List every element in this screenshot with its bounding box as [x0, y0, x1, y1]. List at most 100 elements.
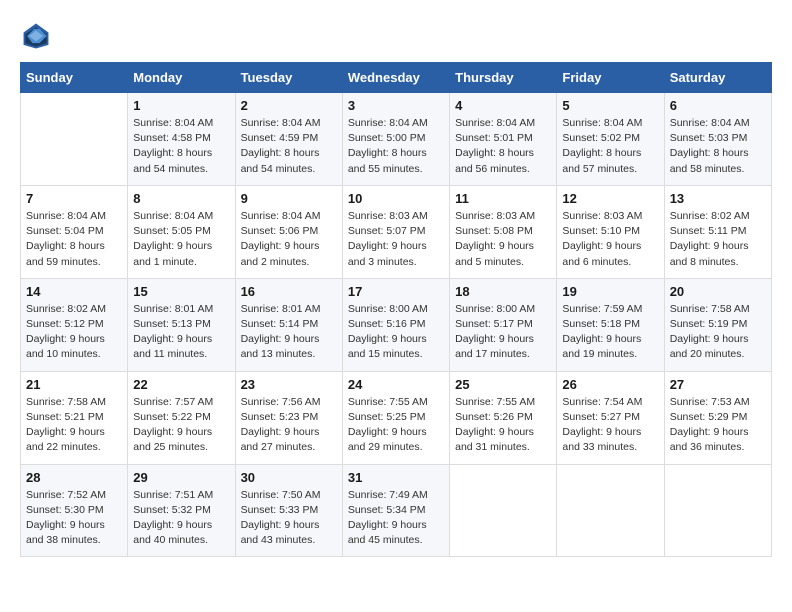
day-detail: Sunrise: 8:04 AMSunset: 4:58 PMDaylight:… — [133, 116, 229, 177]
day-number: 31 — [348, 470, 444, 485]
logo-icon — [20, 20, 52, 52]
day-cell: 28 Sunrise: 7:52 AMSunset: 5:30 PMDaylig… — [21, 464, 128, 557]
day-number: 17 — [348, 284, 444, 299]
day-detail: Sunrise: 8:04 AMSunset: 5:04 PMDaylight:… — [26, 209, 122, 270]
day-number: 1 — [133, 98, 229, 113]
header-friday: Friday — [557, 63, 664, 93]
day-number: 20 — [670, 284, 766, 299]
day-detail: Sunrise: 7:58 AMSunset: 5:19 PMDaylight:… — [670, 302, 766, 363]
week-row-1: 1 Sunrise: 8:04 AMSunset: 4:58 PMDayligh… — [21, 93, 772, 186]
day-detail: Sunrise: 8:04 AMSunset: 5:00 PMDaylight:… — [348, 116, 444, 177]
day-cell: 10 Sunrise: 8:03 AMSunset: 5:07 PMDaylig… — [342, 185, 449, 278]
day-number: 26 — [562, 377, 658, 392]
day-cell: 15 Sunrise: 8:01 AMSunset: 5:13 PMDaylig… — [128, 278, 235, 371]
day-detail: Sunrise: 8:03 AMSunset: 5:08 PMDaylight:… — [455, 209, 551, 270]
day-detail: Sunrise: 7:57 AMSunset: 5:22 PMDaylight:… — [133, 395, 229, 456]
day-detail: Sunrise: 7:50 AMSunset: 5:33 PMDaylight:… — [241, 488, 337, 549]
day-cell: 23 Sunrise: 7:56 AMSunset: 5:23 PMDaylig… — [235, 371, 342, 464]
day-number: 9 — [241, 191, 337, 206]
day-detail: Sunrise: 7:59 AMSunset: 5:18 PMDaylight:… — [562, 302, 658, 363]
day-cell: 2 Sunrise: 8:04 AMSunset: 4:59 PMDayligh… — [235, 93, 342, 186]
day-number: 5 — [562, 98, 658, 113]
day-detail: Sunrise: 8:04 AMSunset: 4:59 PMDaylight:… — [241, 116, 337, 177]
day-cell: 11 Sunrise: 8:03 AMSunset: 5:08 PMDaylig… — [450, 185, 557, 278]
day-detail: Sunrise: 7:54 AMSunset: 5:27 PMDaylight:… — [562, 395, 658, 456]
day-detail: Sunrise: 8:02 AMSunset: 5:12 PMDaylight:… — [26, 302, 122, 363]
day-number: 16 — [241, 284, 337, 299]
day-detail: Sunrise: 8:04 AMSunset: 5:05 PMDaylight:… — [133, 209, 229, 270]
day-number: 2 — [241, 98, 337, 113]
day-number: 13 — [670, 191, 766, 206]
day-number: 15 — [133, 284, 229, 299]
header-tuesday: Tuesday — [235, 63, 342, 93]
day-number: 6 — [670, 98, 766, 113]
day-cell: 26 Sunrise: 7:54 AMSunset: 5:27 PMDaylig… — [557, 371, 664, 464]
day-number: 19 — [562, 284, 658, 299]
day-cell: 25 Sunrise: 7:55 AMSunset: 5:26 PMDaylig… — [450, 371, 557, 464]
day-number: 22 — [133, 377, 229, 392]
day-cell: 16 Sunrise: 8:01 AMSunset: 5:14 PMDaylig… — [235, 278, 342, 371]
day-number: 29 — [133, 470, 229, 485]
day-number: 3 — [348, 98, 444, 113]
day-number: 4 — [455, 98, 551, 113]
day-number: 14 — [26, 284, 122, 299]
day-number: 27 — [670, 377, 766, 392]
day-detail: Sunrise: 8:02 AMSunset: 5:11 PMDaylight:… — [670, 209, 766, 270]
logo — [20, 20, 56, 52]
day-cell: 6 Sunrise: 8:04 AMSunset: 5:03 PMDayligh… — [664, 93, 771, 186]
day-number: 7 — [26, 191, 122, 206]
day-cell: 20 Sunrise: 7:58 AMSunset: 5:19 PMDaylig… — [664, 278, 771, 371]
day-detail: Sunrise: 8:01 AMSunset: 5:13 PMDaylight:… — [133, 302, 229, 363]
week-row-5: 28 Sunrise: 7:52 AMSunset: 5:30 PMDaylig… — [21, 464, 772, 557]
day-cell: 14 Sunrise: 8:02 AMSunset: 5:12 PMDaylig… — [21, 278, 128, 371]
day-detail: Sunrise: 8:04 AMSunset: 5:03 PMDaylight:… — [670, 116, 766, 177]
day-cell: 1 Sunrise: 8:04 AMSunset: 4:58 PMDayligh… — [128, 93, 235, 186]
day-number: 12 — [562, 191, 658, 206]
day-cell: 29 Sunrise: 7:51 AMSunset: 5:32 PMDaylig… — [128, 464, 235, 557]
day-cell: 30 Sunrise: 7:50 AMSunset: 5:33 PMDaylig… — [235, 464, 342, 557]
day-number: 21 — [26, 377, 122, 392]
day-number: 28 — [26, 470, 122, 485]
day-detail: Sunrise: 8:04 AMSunset: 5:06 PMDaylight:… — [241, 209, 337, 270]
week-row-2: 7 Sunrise: 8:04 AMSunset: 5:04 PMDayligh… — [21, 185, 772, 278]
header-sunday: Sunday — [21, 63, 128, 93]
day-cell: 4 Sunrise: 8:04 AMSunset: 5:01 PMDayligh… — [450, 93, 557, 186]
header-thursday: Thursday — [450, 63, 557, 93]
day-detail: Sunrise: 8:01 AMSunset: 5:14 PMDaylight:… — [241, 302, 337, 363]
day-detail: Sunrise: 7:58 AMSunset: 5:21 PMDaylight:… — [26, 395, 122, 456]
page-header — [20, 20, 772, 52]
header-wednesday: Wednesday — [342, 63, 449, 93]
day-number: 30 — [241, 470, 337, 485]
day-cell: 8 Sunrise: 8:04 AMSunset: 5:05 PMDayligh… — [128, 185, 235, 278]
day-cell: 9 Sunrise: 8:04 AMSunset: 5:06 PMDayligh… — [235, 185, 342, 278]
day-cell: 21 Sunrise: 7:58 AMSunset: 5:21 PMDaylig… — [21, 371, 128, 464]
day-detail: Sunrise: 8:03 AMSunset: 5:10 PMDaylight:… — [562, 209, 658, 270]
day-number: 24 — [348, 377, 444, 392]
day-number: 18 — [455, 284, 551, 299]
day-cell: 3 Sunrise: 8:04 AMSunset: 5:00 PMDayligh… — [342, 93, 449, 186]
day-detail: Sunrise: 7:51 AMSunset: 5:32 PMDaylight:… — [133, 488, 229, 549]
week-row-4: 21 Sunrise: 7:58 AMSunset: 5:21 PMDaylig… — [21, 371, 772, 464]
day-cell: 12 Sunrise: 8:03 AMSunset: 5:10 PMDaylig… — [557, 185, 664, 278]
header-saturday: Saturday — [664, 63, 771, 93]
day-cell — [21, 93, 128, 186]
day-number: 25 — [455, 377, 551, 392]
day-detail: Sunrise: 7:55 AMSunset: 5:25 PMDaylight:… — [348, 395, 444, 456]
day-number: 8 — [133, 191, 229, 206]
day-cell: 18 Sunrise: 8:00 AMSunset: 5:17 PMDaylig… — [450, 278, 557, 371]
day-cell — [450, 464, 557, 557]
day-cell: 24 Sunrise: 7:55 AMSunset: 5:25 PMDaylig… — [342, 371, 449, 464]
day-cell: 7 Sunrise: 8:04 AMSunset: 5:04 PMDayligh… — [21, 185, 128, 278]
day-cell: 19 Sunrise: 7:59 AMSunset: 5:18 PMDaylig… — [557, 278, 664, 371]
day-detail: Sunrise: 8:00 AMSunset: 5:16 PMDaylight:… — [348, 302, 444, 363]
day-cell: 31 Sunrise: 7:49 AMSunset: 5:34 PMDaylig… — [342, 464, 449, 557]
day-detail: Sunrise: 8:03 AMSunset: 5:07 PMDaylight:… — [348, 209, 444, 270]
header-monday: Monday — [128, 63, 235, 93]
day-cell: 13 Sunrise: 8:02 AMSunset: 5:11 PMDaylig… — [664, 185, 771, 278]
day-cell: 27 Sunrise: 7:53 AMSunset: 5:29 PMDaylig… — [664, 371, 771, 464]
day-cell: 22 Sunrise: 7:57 AMSunset: 5:22 PMDaylig… — [128, 371, 235, 464]
day-detail: Sunrise: 7:49 AMSunset: 5:34 PMDaylight:… — [348, 488, 444, 549]
day-detail: Sunrise: 8:00 AMSunset: 5:17 PMDaylight:… — [455, 302, 551, 363]
week-row-3: 14 Sunrise: 8:02 AMSunset: 5:12 PMDaylig… — [21, 278, 772, 371]
day-cell — [557, 464, 664, 557]
